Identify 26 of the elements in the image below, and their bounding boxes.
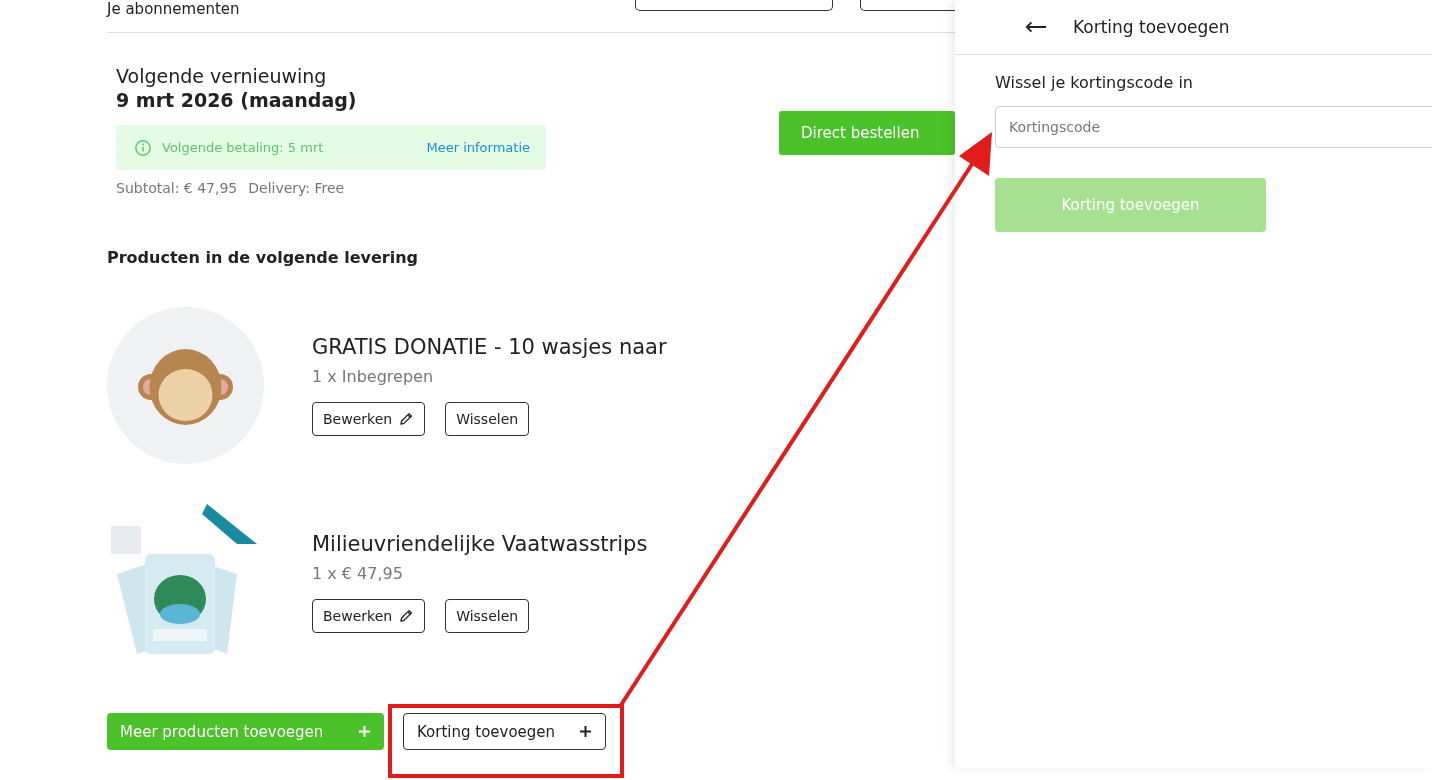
- plus-icon: [579, 725, 592, 738]
- product-name: GRATIS DONATIE - 10 wasjes naar: [312, 335, 667, 359]
- renewal-date: 9 mrt 2026 (maandag): [116, 89, 358, 111]
- field-label: Wissel je kortingscode in: [995, 73, 1193, 92]
- swap-button[interactable]: Wisselen: [445, 599, 530, 633]
- section-title: Producten in de volgende levering: [107, 248, 420, 267]
- info-icon: [134, 138, 152, 157]
- total-text: Subtotal: € 47,95: [116, 180, 238, 196]
- swap-button[interactable]: Wisselen: [445, 402, 530, 436]
- pencil-icon: [398, 608, 415, 624]
- notice-text: Volgende betaling: 5 mrt: [162, 140, 325, 155]
- total-text: Delivery: Free: [248, 180, 345, 196]
- product-quantity: 1 x € 47,95: [312, 564, 404, 583]
- pencil-icon: [398, 411, 415, 427]
- product-quantity: 1 x Inbegrepen: [312, 367, 435, 386]
- back-arrow-icon[interactable]: [1025, 21, 1047, 33]
- discount-code-field[interactable]: Kortingscode: [995, 106, 1432, 148]
- panel-title: Korting toevoegen: [1073, 17, 1230, 37]
- product-name: Milieuvriendelijke Vaatwasstrips: [312, 532, 648, 556]
- header-button[interactable]: [635, 0, 833, 11]
- renewal-label: Volgende vernieuwing: [116, 65, 328, 87]
- plus-icon: [358, 725, 371, 738]
- edit-button[interactable]: Bewerken: [312, 402, 426, 436]
- add-discount-button[interactable]: Korting toevoegen: [403, 713, 606, 750]
- edit-button[interactable]: Bewerken: [312, 599, 426, 633]
- page-title: Je abonnementen: [107, 0, 240, 18]
